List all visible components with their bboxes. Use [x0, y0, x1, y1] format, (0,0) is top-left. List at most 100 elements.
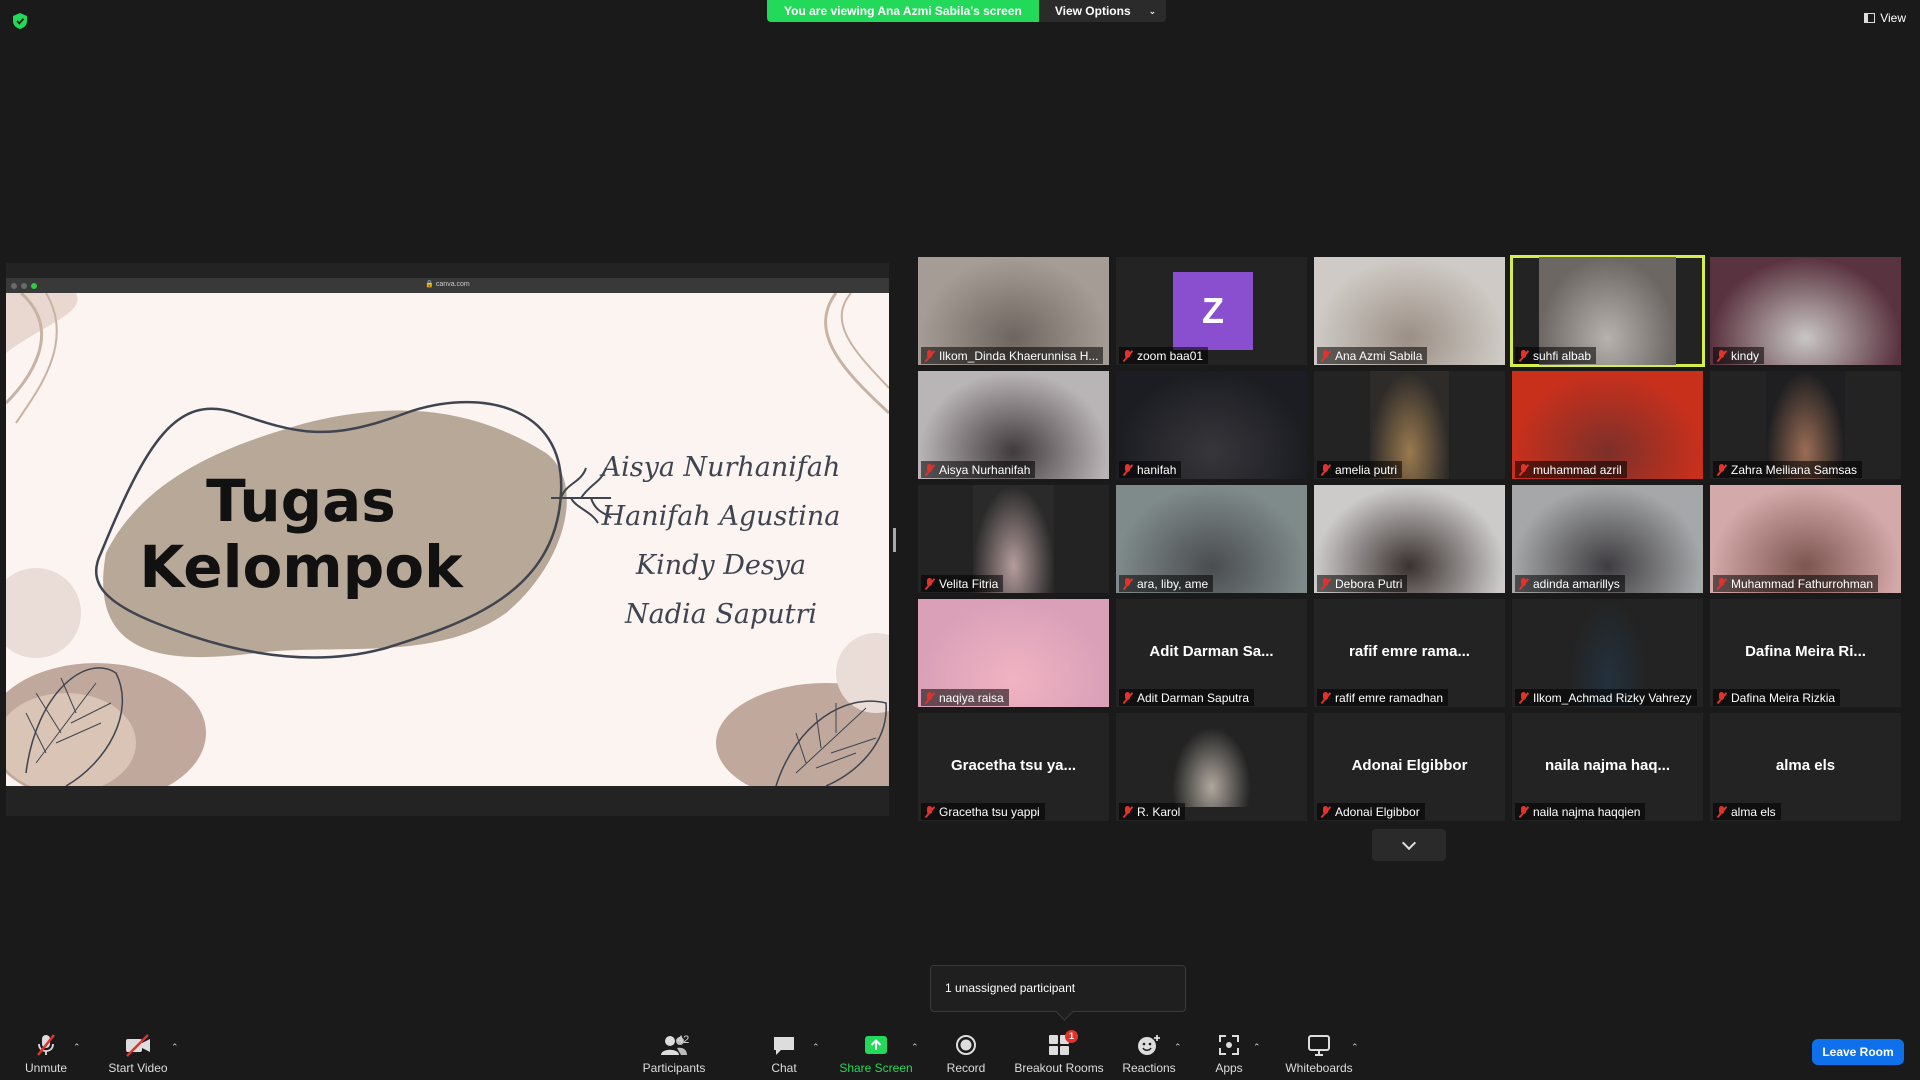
participant-name-label: Adonai Elgibbor [1317, 803, 1425, 820]
start-video-label: Start Video [108, 1061, 168, 1075]
participant-tile[interactable]: muhammad azril [1512, 371, 1703, 479]
participant-tile[interactable]: Zahra Meiliana Samsas [1710, 371, 1901, 479]
participant-tile[interactable]: ara, liby, ame [1116, 485, 1307, 593]
participant-name-label: suhfi albab [1515, 347, 1597, 364]
participant-display-name: alma els [1775, 757, 1836, 774]
gallery-next-page-button[interactable] [1372, 829, 1446, 861]
participant-tile[interactable]: Gracetha tsu ya... Gracetha tsu yappi [918, 713, 1109, 821]
participant-name-label: ara, liby, ame [1119, 575, 1214, 592]
microphone-muted-icon [1716, 463, 1727, 476]
share-screen-button[interactable]: Share Screen [839, 1032, 913, 1078]
security-shield-icon[interactable] [12, 12, 28, 30]
participant-tile[interactable]: Ilkom_Achmad Rizky Vahrezy [1512, 599, 1703, 707]
view-label: View [1880, 11, 1906, 25]
participant-name: Adonai Elgibbor [1335, 804, 1420, 819]
participant-display-name: Adit Darman Sa... [1149, 643, 1274, 660]
participant-tile[interactable]: hanifah [1116, 371, 1307, 479]
participant-name-label: R. Karol [1119, 803, 1186, 820]
participants-button[interactable]: 42 Participants [641, 1032, 707, 1078]
microphone-muted-icon [1122, 805, 1133, 818]
split-resize-handle[interactable] [893, 528, 896, 552]
participant-tile[interactable]: Adit Darman Sa... Adit Darman Saputra [1116, 599, 1307, 707]
microphone-muted-icon [1518, 805, 1529, 818]
record-icon [956, 1035, 976, 1055]
chat-label: Chat [771, 1061, 797, 1075]
whiteboards-label: Whiteboards [1285, 1061, 1353, 1075]
participants-label: Participants [642, 1061, 706, 1075]
participant-name: Dafina Meira Rizkia [1731, 690, 1836, 705]
chat-button[interactable]: Chat [768, 1032, 800, 1078]
participant-name: muhammad azril [1533, 462, 1622, 477]
participant-tile[interactable]: Muhammad Fathurrohman [1710, 485, 1901, 593]
participant-name: kindy [1731, 348, 1760, 363]
microphone-muted-icon [1716, 805, 1727, 818]
leave-room-button[interactable]: Leave Room [1812, 1039, 1904, 1065]
participant-display-name: rafif emre rama... [1349, 643, 1470, 660]
participant-tile[interactable]: rafif emre rama... rafif emre ramadhan [1314, 599, 1505, 707]
screen-share-banner: You are viewing Ana Azmi Sabila's screen… [767, 0, 1167, 22]
participant-name-label: naila najma haqqien [1515, 803, 1646, 820]
participant-display-name: Dafina Meira Ri... [1745, 643, 1866, 660]
participant-tile[interactable]: Adonai Elgibbor Adonai Elgibbor [1314, 713, 1505, 821]
reactions-button[interactable]: Reactions [1122, 1032, 1176, 1078]
participant-tile[interactable]: Debora Putri [1314, 485, 1505, 593]
whiteboards-button[interactable]: Whiteboards [1283, 1032, 1355, 1078]
apps-options-caret-icon[interactable]: ⌃ [1253, 1042, 1261, 1053]
breakout-rooms-button[interactable]: 1 Breakout Rooms [1013, 1030, 1105, 1078]
participant-name: Aisya Nurhanifah [939, 462, 1031, 477]
chevron-down-icon [1401, 835, 1417, 850]
participant-tile[interactable]: Dafina Meira Ri... Dafina Meira Rizkia [1710, 599, 1901, 707]
participant-name: amelia putri [1335, 462, 1398, 477]
microphone-muted-icon [924, 577, 935, 590]
share-options-caret-icon[interactable]: ⌃ [911, 1042, 919, 1053]
audio-options-caret-icon[interactable]: ⌃ [73, 1042, 81, 1053]
participant-name-label: Zahra Meiliana Samsas [1713, 461, 1863, 478]
microphone-muted-icon [1320, 691, 1331, 704]
participant-tile[interactable]: Zzoom baa01 [1116, 257, 1307, 365]
participant-name-label: amelia putri [1317, 461, 1403, 478]
microphone-muted-icon [1320, 577, 1331, 590]
participant-name: Ilkom_Dinda Khaerunnisa H... [939, 348, 1099, 363]
microphone-muted-icon [1716, 577, 1727, 590]
meeting-toolbar: Unmute ⌃ Start Video ⌃ 42 Participants C… [0, 1022, 1920, 1080]
participant-name-label: naqiya raisa [921, 689, 1009, 706]
shared-screen[interactable]: 🔒 canva.com Tugas Kelompok Aisya Nurhani… [6, 263, 889, 816]
microphone-muted-icon [1716, 349, 1727, 362]
record-button[interactable]: Record [944, 1032, 988, 1078]
participant-tile[interactable]: Ana Azmi Sabila [1314, 257, 1505, 365]
view-button[interactable]: View [1864, 11, 1906, 25]
participant-tile[interactable]: naila najma haq... naila najma haqqien [1512, 713, 1703, 821]
participant-name-label: kindy [1713, 347, 1765, 364]
microphone-muted-icon [1518, 691, 1529, 704]
participant-name: Ilkom_Achmad Rizky Vahrezy [1533, 690, 1692, 705]
view-options-button[interactable]: View Options ⌄ [1038, 0, 1167, 22]
video-options-caret-icon[interactable]: ⌃ [171, 1042, 179, 1053]
member-name: Nadia Saputri [625, 599, 817, 630]
unmute-button[interactable]: Unmute [22, 1032, 70, 1078]
participant-tile[interactable]: amelia putri [1314, 371, 1505, 479]
microphone-muted-icon [1122, 463, 1133, 476]
participant-tile[interactable]: Velita Fitria [918, 485, 1109, 593]
participant-tile[interactable]: naqiya raisa [918, 599, 1109, 707]
member-name: Hanifah Agustina [601, 501, 841, 532]
breakout-notification-badge: 1 [1064, 1030, 1078, 1043]
participant-tile[interactable]: Ilkom_Dinda Khaerunnisa H... [918, 257, 1109, 365]
start-video-button[interactable]: Start Video [108, 1032, 168, 1078]
participant-tile[interactable]: adinda amarillys [1512, 485, 1703, 593]
participant-display-name: Adonai Elgibbor [1351, 757, 1468, 774]
member-name: Aisya Nurhanifah [601, 452, 841, 483]
microphone-muted-icon [1518, 463, 1529, 476]
participant-tile[interactable]: R. Karol [1116, 713, 1307, 821]
participant-tile[interactable]: Aisya Nurhanifah [918, 371, 1109, 479]
participant-tile[interactable]: kindy [1710, 257, 1901, 365]
chat-options-caret-icon[interactable]: ⌃ [812, 1042, 820, 1053]
participant-tile[interactable]: alma els alma els [1710, 713, 1901, 821]
apps-button[interactable]: Apps [1213, 1032, 1245, 1078]
whiteboards-options-caret-icon[interactable]: ⌃ [1351, 1042, 1359, 1053]
reactions-options-caret-icon[interactable]: ⌃ [1174, 1042, 1182, 1053]
participant-name-label: Ana Azmi Sabila [1317, 347, 1428, 364]
microphone-muted-icon [37, 1034, 55, 1056]
participant-tile[interactable]: suhfi albab [1510, 255, 1705, 367]
microphone-muted-icon [924, 691, 935, 704]
microphone-muted-icon [1122, 691, 1133, 704]
